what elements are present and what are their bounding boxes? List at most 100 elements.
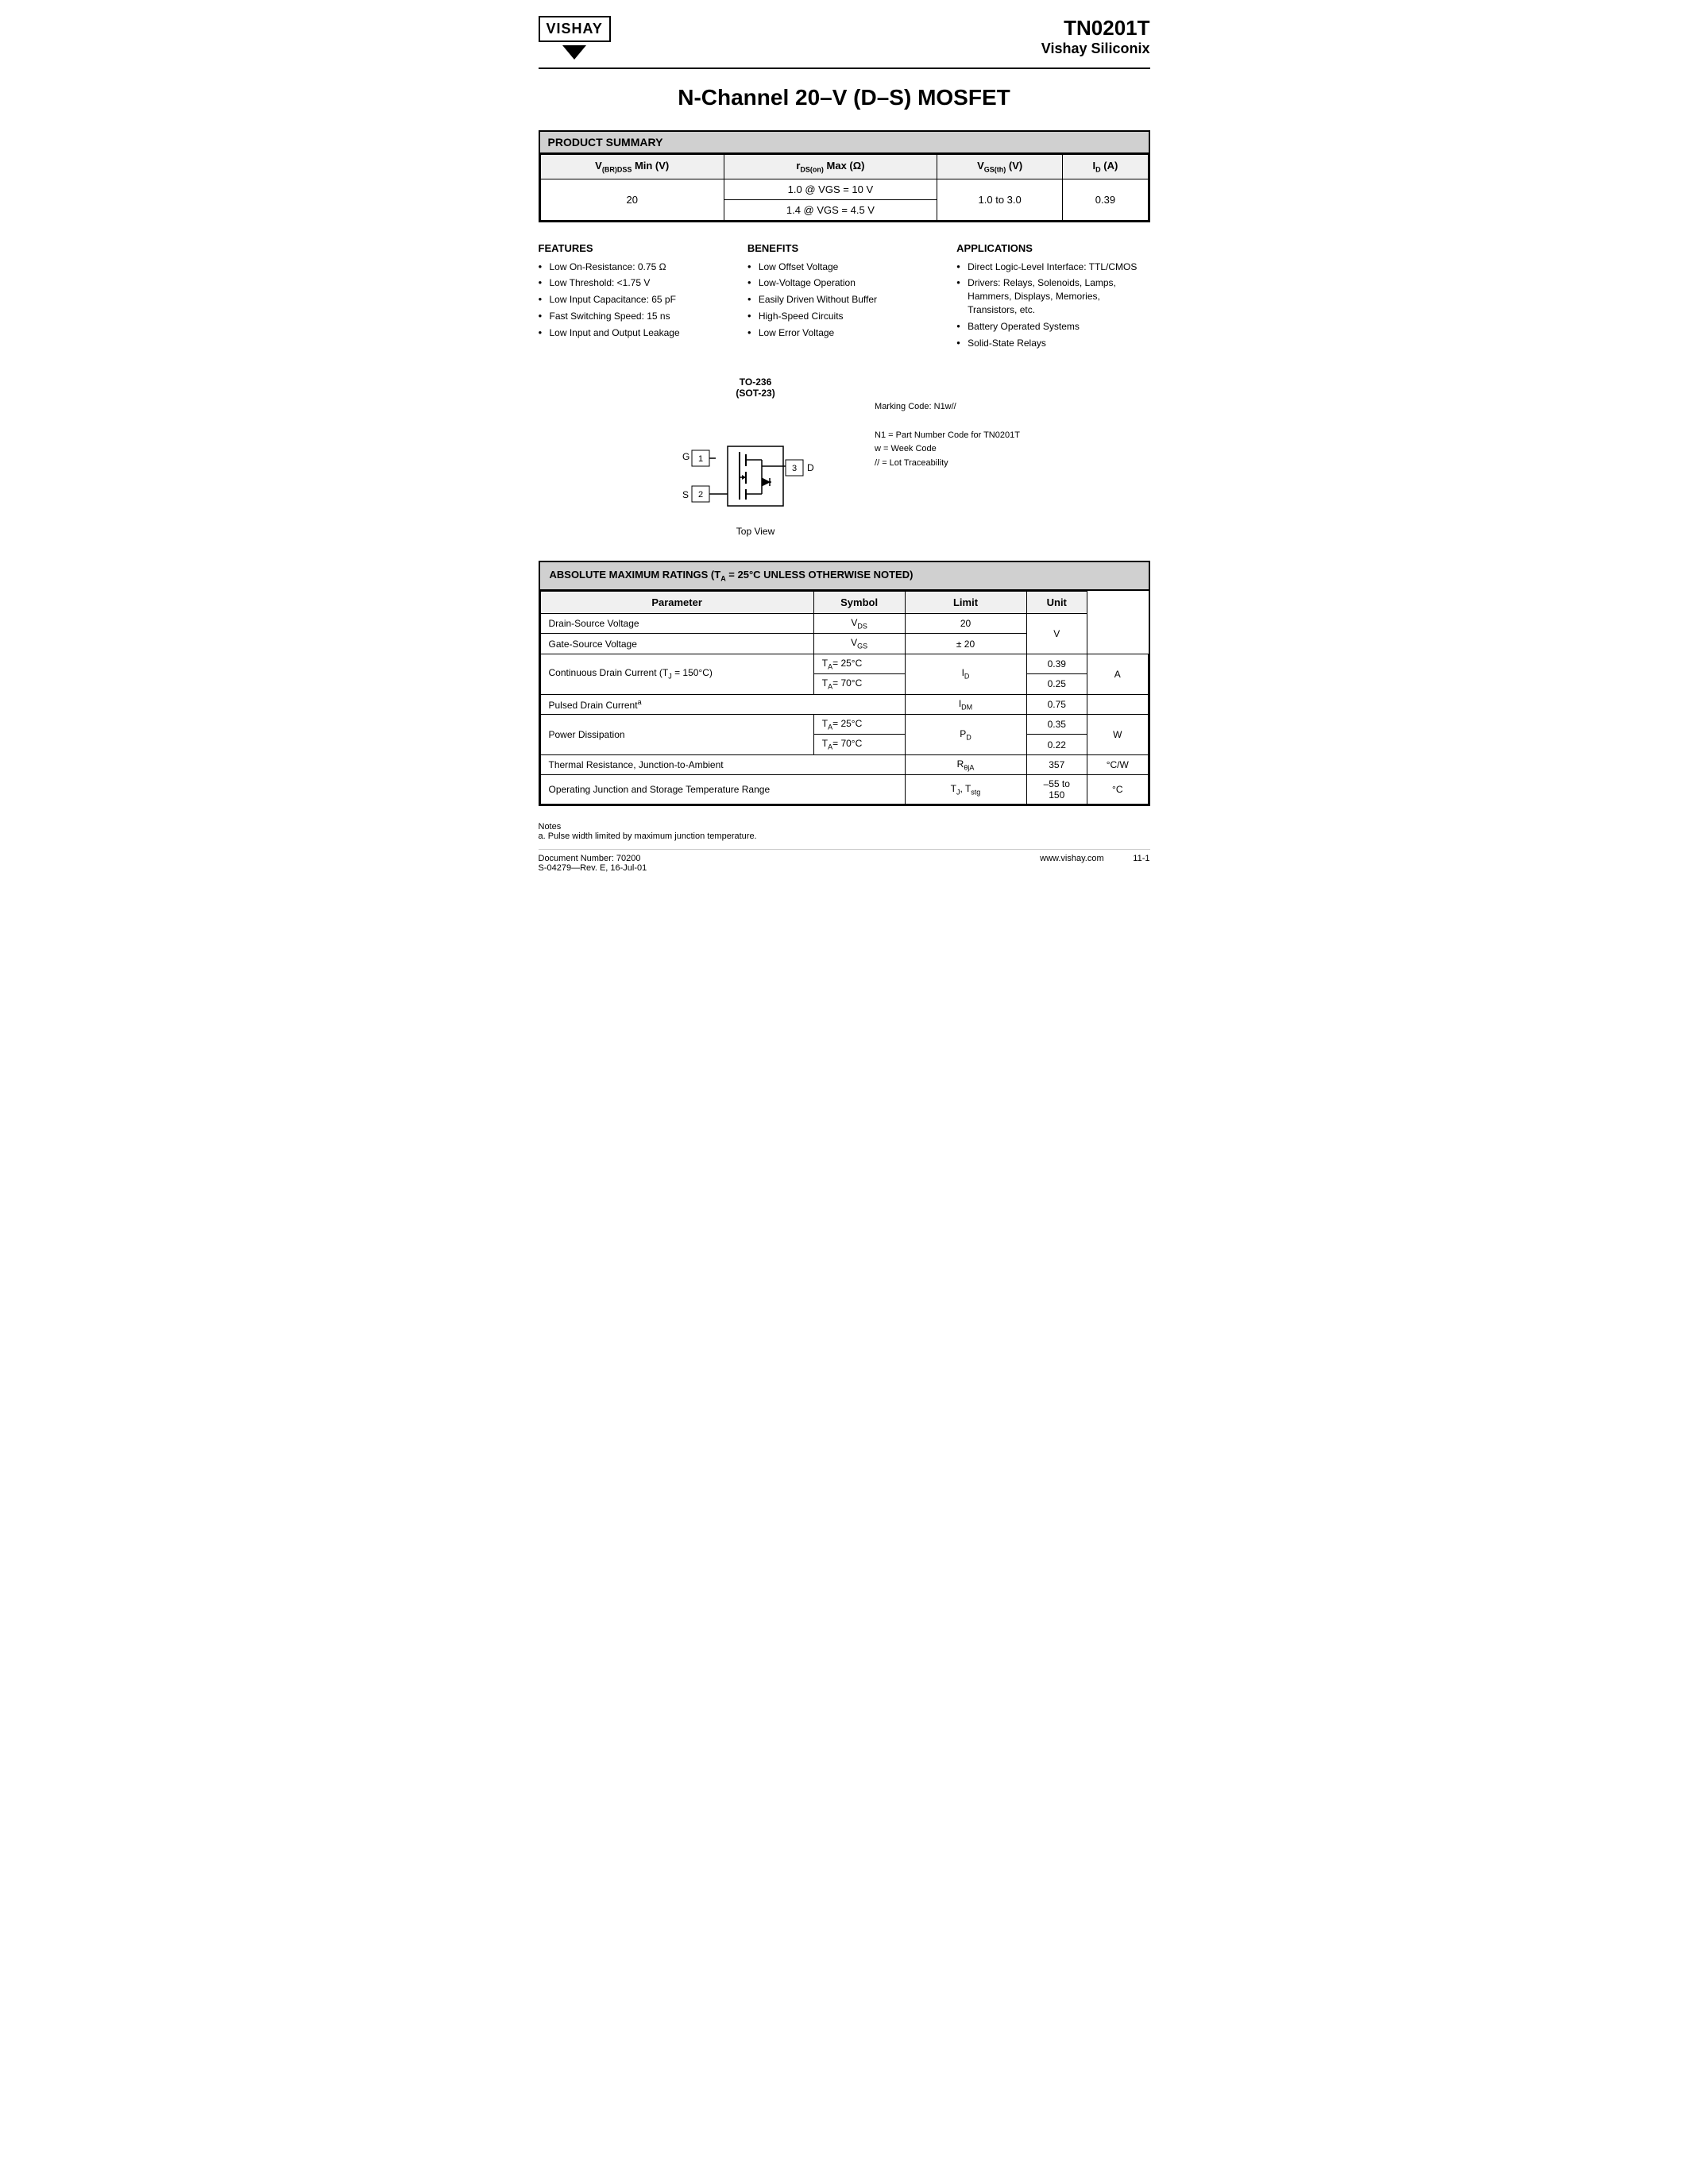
marking-n1: N1 = Part Number Code for TN0201T — [875, 429, 1020, 443]
doc-number: Document Number: 70200 — [539, 854, 647, 863]
val-id: 0.39 — [1063, 179, 1148, 220]
marking-code: Marking Code: N1w// — [875, 400, 1020, 415]
sub-ta25-pd: TA= 25°C — [813, 714, 905, 734]
benefit-item: High-Speed Circuits — [747, 310, 941, 323]
logo-text: VISHAY — [547, 21, 603, 37]
benefits-list: Low Offset Voltage Low-Voltage Operation… — [747, 260, 941, 340]
sub-ta70-pd: TA= 70°C — [813, 735, 905, 754]
logo-triangle — [562, 45, 586, 60]
lim-pd-25: 0.35 — [1026, 714, 1087, 734]
ratings-col-symbol: Symbol — [813, 591, 905, 613]
ratings-table: Parameter Symbol Limit Unit Drain-Source… — [540, 591, 1149, 805]
header-right: TN0201T Vishay Siliconix — [1041, 16, 1150, 57]
top-view-label: Top View — [736, 526, 774, 537]
features-benefits-apps: FEATURES Low On-Resistance: 0.75 Ω Low T… — [539, 242, 1150, 353]
lim-temp: –55 to 150 — [1026, 775, 1087, 805]
table-row: Power Dissipation TA= 25°C PD 0.35 W — [540, 714, 1148, 734]
feature-item: Low Input and Output Leakage — [539, 326, 732, 340]
diagram-section: TO-236 (SOT-23) G S 1 2 — [539, 376, 1150, 537]
application-item: Direct Logic-Level Interface: TTL/CMOS — [956, 260, 1149, 274]
ratings-header: ABSOLUTE MAXIMUM RATINGS (TA = 25°C UNLE… — [540, 562, 1149, 591]
col-id: ID (A) — [1063, 155, 1148, 179]
page-number: 11-1 — [1133, 854, 1149, 863]
marking-ll: // = Lot Traceability — [875, 457, 1020, 471]
val-vgsth: 1.0 to 3.0 — [937, 179, 1062, 220]
lim-vgs: ± 20 — [905, 634, 1026, 654]
unit-vds: V — [1026, 613, 1087, 654]
logo-container: VISHAY — [539, 16, 611, 60]
svg-text:S: S — [682, 489, 689, 500]
features-col: FEATURES Low On-Resistance: 0.75 Ω Low T… — [539, 242, 732, 353]
param-drain-source: Drain-Source Voltage — [540, 613, 813, 633]
sym-temp: TJ, Tstg — [905, 775, 1026, 805]
header-divider — [539, 68, 1150, 69]
table-row: Operating Junction and Storage Temperatu… — [540, 775, 1148, 805]
param-pd: Power Dissipation — [540, 714, 813, 754]
page-header: VISHAY TN0201T Vishay Siliconix — [539, 16, 1150, 60]
benefit-item: Easily Driven Without Buffer — [747, 293, 941, 307]
application-item: Drivers: Relays, Solenoids, Lamps, Hamme… — [956, 276, 1149, 316]
benefit-item: Low Offset Voltage — [747, 260, 941, 274]
product-summary-table: V(BR)DSS Min (V) rDS(on) Max (Ω) VGS(th)… — [540, 154, 1149, 221]
feature-item: Low On-Resistance: 0.75 Ω — [539, 260, 732, 274]
unit-idm — [1087, 694, 1149, 714]
lim-rthja: 357 — [1026, 754, 1087, 774]
application-item: Solid-State Relays — [956, 337, 1149, 350]
lim-id-25: 0.39 — [1026, 654, 1087, 673]
val-vbrdss: 20 — [540, 179, 724, 220]
param-id: Continuous Drain Current (TJ = 150°C) — [540, 654, 813, 694]
product-summary-section: PRODUCT SUMMARY V(BR)DSS Min (V) rDS(on)… — [539, 130, 1150, 222]
applications-col: APPLICATIONS Direct Logic-Level Interfac… — [956, 242, 1149, 353]
features-list: Low On-Resistance: 0.75 Ω Low Threshold:… — [539, 260, 732, 340]
val-rds-row2: 1.4 @ VGS = 4.5 V — [724, 199, 937, 220]
feature-item: Low Threshold: <1.75 V — [539, 276, 732, 290]
part-number: TN0201T — [1041, 16, 1150, 41]
diagram-container: TO-236 (SOT-23) G S 1 2 — [668, 376, 843, 537]
benefits-col: BENEFITS Low Offset Voltage Low-Voltage … — [747, 242, 941, 353]
sym-idm: IDM — [905, 694, 1026, 714]
col-rdson: rDS(on) Max (Ω) — [724, 155, 937, 179]
benefits-title: BENEFITS — [747, 242, 941, 254]
ratings-col-limit: Limit — [905, 591, 1026, 613]
ratings-col-unit: Unit — [1026, 591, 1087, 613]
unit-id: A — [1087, 654, 1149, 694]
val-rds-row1: 1.0 @ VGS = 10 V — [724, 179, 937, 199]
sym-vgs: VGS — [813, 634, 905, 654]
notes-section: Notes a. Pulse width limited by maximum … — [539, 822, 1150, 841]
logo-box: VISHAY — [539, 16, 611, 42]
sub-ta25-id: TA= 25°C — [813, 654, 905, 673]
feature-item: Low Input Capacitance: 65 pF — [539, 293, 732, 307]
applications-list: Direct Logic-Level Interface: TTL/CMOS D… — [956, 260, 1149, 350]
unit-pd: W — [1087, 714, 1149, 754]
package-label: TO-236 (SOT-23) — [736, 376, 774, 399]
benefit-item: Low Error Voltage — [747, 326, 941, 340]
param-idm: Pulsed Drain Currenta — [540, 694, 905, 714]
sym-rthja: RθjA — [905, 754, 1026, 774]
svg-text:2: 2 — [698, 490, 703, 500]
revision: S-04279—Rev. E, 16-Jul-01 — [539, 863, 647, 873]
footer-left: Document Number: 70200 S-04279—Rev. E, 1… — [539, 854, 647, 873]
svg-text:D: D — [807, 462, 814, 473]
table-row: Thermal Resistance, Junction-to-Ambient … — [540, 754, 1148, 774]
svg-text:1: 1 — [698, 454, 703, 464]
application-item: Battery Operated Systems — [956, 320, 1149, 334]
footer-right: www.vishay.com 11-1 — [1040, 854, 1149, 873]
applications-title: APPLICATIONS — [956, 242, 1149, 254]
param-temp-range: Operating Junction and Storage Temperatu… — [540, 775, 905, 805]
notes-label: Notes — [539, 822, 1150, 832]
param-gate-source: Gate-Source Voltage — [540, 634, 813, 654]
website: www.vishay.com — [1040, 854, 1103, 863]
marking-w: w = Week Code — [875, 442, 1020, 457]
col-vgsth: VGS(th) (V) — [937, 155, 1062, 179]
feature-item: Fast Switching Speed: 15 ns — [539, 310, 732, 323]
sub-ta70-id: TA= 70°C — [813, 674, 905, 694]
sym-pd: PD — [905, 714, 1026, 754]
mosfet-diagram: G S 1 2 — [668, 403, 843, 522]
ratings-col-param: Parameter — [540, 591, 813, 613]
col-vbrdss: V(BR)DSS Min (V) — [540, 155, 724, 179]
table-row: Continuous Drain Current (TJ = 150°C) TA… — [540, 654, 1148, 673]
lim-vds: 20 — [905, 613, 1026, 633]
sym-vds: VDS — [813, 613, 905, 633]
marking-info: Marking Code: N1w// N1 = Part Number Cod… — [875, 400, 1020, 470]
table-row: Drain-Source Voltage VDS 20 V — [540, 613, 1148, 633]
